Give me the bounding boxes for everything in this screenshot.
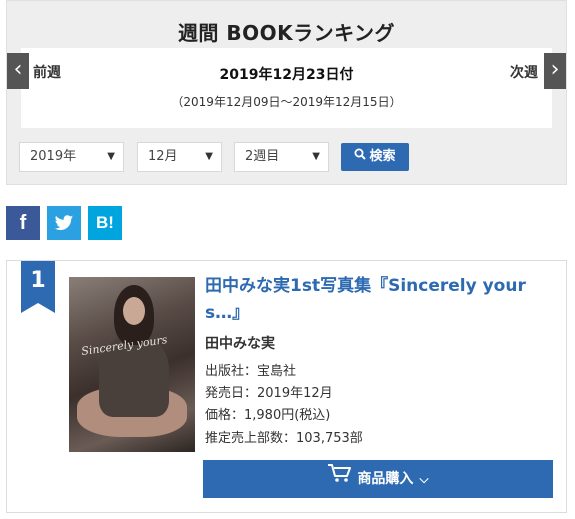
twitter-share-button[interactable]: [47, 206, 81, 240]
buy-button[interactable]: 商品購入 ⌵: [203, 460, 553, 498]
search-button-label: 検索: [369, 149, 396, 164]
facebook-icon: f: [19, 212, 27, 234]
month-select-value: 12月: [148, 149, 178, 164]
next-week-link[interactable]: 次週: [510, 62, 538, 82]
facebook-share-button[interactable]: f: [6, 206, 40, 240]
year-select-value: 2019年: [30, 149, 77, 164]
hatena-icon: B!: [96, 213, 114, 232]
cart-icon: [327, 460, 352, 498]
prev-week-arrow-icon[interactable]: ‹: [7, 53, 29, 89]
rank-badge: 1: [21, 261, 55, 313]
caret-down-icon: ▼: [312, 151, 320, 162]
book-author: 田中みな実: [205, 336, 275, 352]
twitter-icon: [54, 212, 74, 234]
rank-number: 1: [30, 268, 46, 293]
ranking-header: 週間 BOOKランキング 2019年12月23日付 （2019年12月09日〜2…: [6, 0, 567, 185]
month-select[interactable]: 12月 ▼: [137, 142, 222, 172]
year-select[interactable]: 2019年 ▼: [19, 142, 124, 172]
book-title-link[interactable]: 田中みな実1st写真集『Sincerely your s…』: [205, 273, 545, 327]
caret-down-icon: ▼: [107, 151, 115, 162]
prev-week-link[interactable]: 前週: [33, 62, 61, 82]
search-icon: [354, 143, 367, 171]
search-button[interactable]: 検索: [341, 143, 409, 171]
ranking-date-range: （2019年12月09日〜2019年12月15日）: [171, 95, 402, 109]
book-cover-image[interactable]: Sincerely yours: [69, 277, 195, 452]
book-publisher: 出版社：宝島社: [205, 364, 297, 379]
book-price: 価格：1,980円(税込): [205, 408, 331, 423]
ranking-item: 1 Sincerely yours 田中みな実1st写真集『Sincerely …: [6, 260, 567, 513]
caret-down-icon: ▼: [205, 151, 213, 162]
book-release-date: 発売日：2019年12月: [205, 386, 333, 401]
hatena-bookmark-button[interactable]: B!: [88, 206, 122, 240]
next-week-arrow-icon[interactable]: ›: [544, 53, 566, 89]
week-select[interactable]: 2週目 ▼: [234, 142, 329, 172]
chevron-down-icon: ⌵: [419, 472, 429, 486]
date-box: 2019年12月23日付 （2019年12月09日〜2019年12月15日）: [21, 48, 552, 128]
week-select-value: 2週目: [245, 149, 280, 164]
buy-button-label: 商品購入: [357, 471, 414, 487]
page-title: 週間 BOOKランキング: [177, 21, 396, 45]
ranking-date: 2019年12月23日付: [219, 67, 354, 83]
book-sales: 推定売上部数：103,753部: [205, 431, 363, 446]
